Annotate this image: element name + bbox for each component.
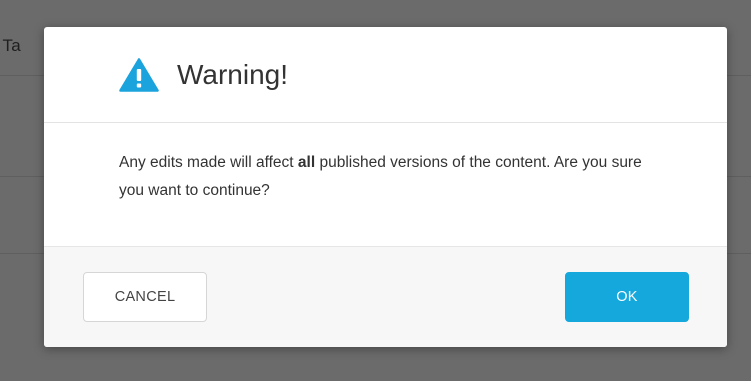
background-table-header-text: f Ta — [0, 36, 21, 55]
cancel-button[interactable]: CANCEL — [83, 272, 207, 322]
dialog-message-text: Any edits made will affect — [119, 154, 298, 171]
dialog-message-emphasis: all — [297, 154, 316, 171]
warning-dialog: Warning! Any edits made will affect all … — [44, 27, 727, 347]
dialog-header: Warning! — [44, 27, 727, 123]
ok-button[interactable]: OK — [565, 272, 689, 322]
dialog-message: Any edits made will affect all published… — [44, 123, 727, 245]
warning-triangle-icon — [119, 57, 159, 92]
dialog-footer: CANCEL OK — [44, 246, 727, 347]
dialog-title: Warning! — [177, 58, 289, 90]
page: f Ta Warning! Any edits made will affect… — [0, 0, 751, 381]
